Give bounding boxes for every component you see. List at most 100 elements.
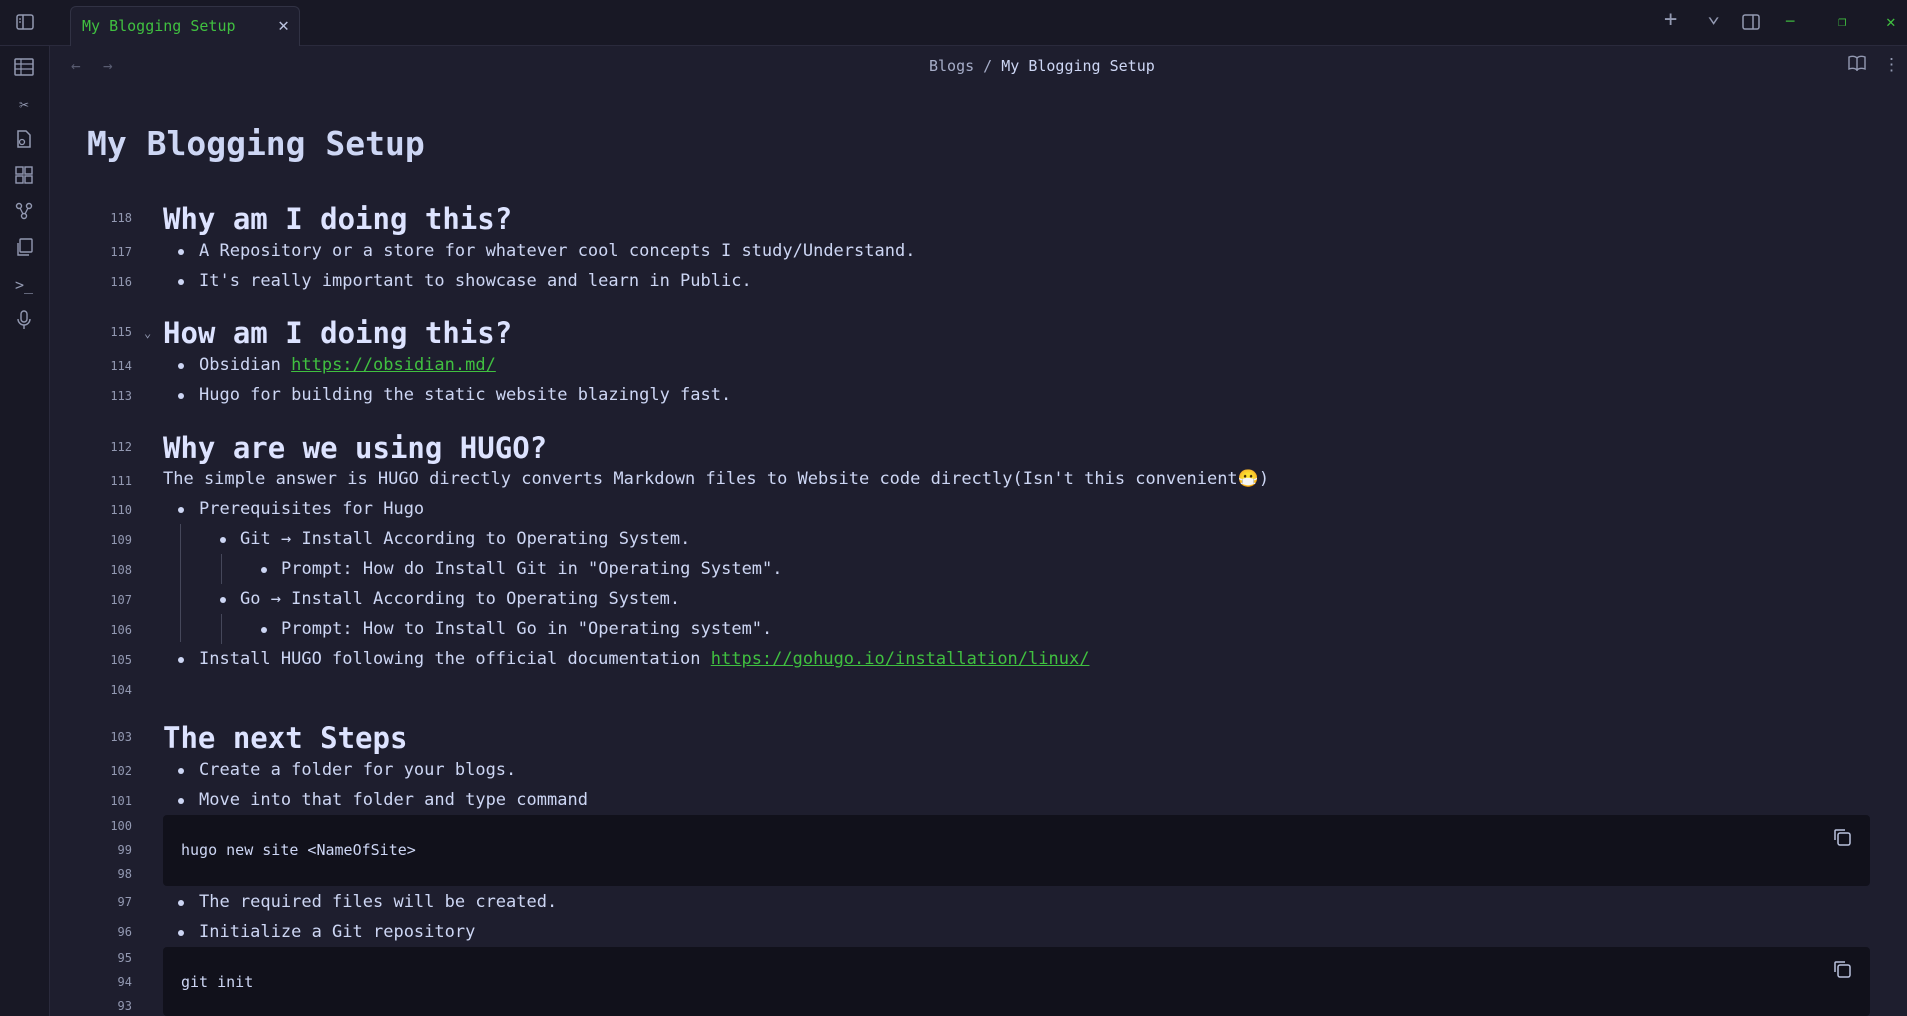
line-number: 108 [110,563,132,577]
table-icon[interactable] [13,58,35,80]
line-number: 116 [110,275,132,289]
code-block: hugo new site <NameOfSite> [163,815,1870,886]
minimize-icon[interactable]: ─ [1786,14,1794,30]
line-number: 107 [110,593,132,607]
ribbon: ✂ >_ [0,46,50,1016]
line-number: 117 [110,245,132,259]
view-header: ← → Blogs / My Blogging Setup ⋮ [51,46,1907,88]
fold-chevron-icon[interactable]: ⌄ [144,326,151,340]
breadcrumb: Blogs / My Blogging Setup [929,57,1155,75]
tab-my-blogging-setup[interactable]: My Blogging Setup ✕ [70,6,300,46]
code-block: git init [163,947,1870,1016]
list-item: Prerequisites for Hugo [199,499,425,519]
restore-icon[interactable]: ❐ [1838,14,1846,30]
tab-close-icon[interactable]: ✕ [278,15,289,36]
code-text: git init [181,973,254,991]
bullet-dot [261,627,267,633]
line-number: 105 [110,653,132,667]
line-number: 106 [110,623,132,637]
indent-guide [221,614,222,644]
list-item: It's really important to showcase and le… [199,271,752,291]
line-number: 110 [110,503,132,517]
heading-next-steps: The next Steps [163,721,408,755]
bullet-dot [178,507,184,513]
bullet-dot [178,657,184,663]
tab-title: My Blogging Setup [82,17,236,35]
line-number: 118 [110,211,132,225]
tab-list-chevron-icon[interactable]: ⌄ [1707,5,1720,27]
bullet-dot [178,930,184,936]
line-number: 113 [110,389,132,403]
bullet-dot [220,537,226,543]
code-text: hugo new site <NameOfSite> [181,841,416,859]
bullet-dot [220,597,226,603]
paragraph: The simple answer is HUGO directly conve… [163,469,1270,489]
line-number: 111 [110,474,132,488]
line-number: 102 [110,764,132,778]
copy-code-icon[interactable] [1832,827,1854,849]
list-item-text: Install HUGO following the official docu… [199,649,711,669]
copy-files-icon[interactable] [13,238,35,260]
title-bar: My Blogging Setup ✕ + ⌄ ─ ❐ ✕ [0,0,1907,46]
list-item: Obsidian https://obsidian.md/ [199,355,496,375]
line-number: 109 [110,533,132,547]
line-number: 101 [110,794,132,808]
line-number: 104 [110,683,132,697]
bullet-dot [178,393,184,399]
line-number: 100 [110,819,132,833]
line-number: 99 [117,843,132,857]
list-item-text: Obsidian [199,355,292,375]
heading-how-doing-this: How am I doing this? [163,316,513,350]
line-number: 98 [117,867,132,881]
line-number: 95 [117,951,132,965]
list-item: Install HUGO following the official docu… [199,649,1089,669]
line-number: 112 [110,440,132,454]
reading-view-book-icon[interactable] [1848,55,1866,76]
microphone-icon[interactable] [13,310,35,332]
sidebar-toggle-icon[interactable] [16,14,34,33]
bullet-dot [178,768,184,774]
hugo-install-link[interactable]: https://gohugo.io/installation/linux/ [711,649,1090,669]
line-number: 115 [110,325,132,339]
bullet-dot [261,567,267,573]
page-title: My Blogging Setup [87,124,425,163]
indent-guide [180,524,181,642]
line-number: 93 [117,999,132,1013]
list-item: Go → Install According to Operating Syst… [240,589,681,609]
list-item: Move into that folder and type command [199,790,588,810]
bullet-dot [178,279,184,285]
list-item: A Repository or a store for whatever coo… [199,241,916,261]
wand-icon[interactable]: ✂ [13,94,35,116]
terminal-icon[interactable]: >_ [13,274,35,296]
line-number: 114 [110,359,132,373]
back-arrow-icon[interactable]: ← [71,56,81,75]
copy-code-icon[interactable] [1832,959,1854,981]
close-window-icon[interactable]: ✕ [1886,14,1896,30]
forward-arrow-icon[interactable]: → [103,56,113,75]
bullet-dot [178,249,184,255]
file-search-icon[interactable] [13,130,35,152]
list-item: Initialize a Git repository [199,922,476,942]
new-tab-icon[interactable]: + [1664,9,1677,31]
dashboard-icon[interactable] [13,166,35,188]
line-number: 94 [117,975,132,989]
indent-guide [221,554,222,584]
line-number: 97 [117,895,132,909]
list-item: Hugo for building the static website bla… [199,385,732,405]
heading-why-hugo: Why are we using HUGO? [163,431,548,465]
breadcrumb-current[interactable]: My Blogging Setup [1001,57,1155,75]
bullet-dot [178,363,184,369]
breadcrumb-parent[interactable]: Blogs [929,57,974,75]
graph-icon[interactable] [13,202,35,224]
more-options-icon[interactable]: ⋮ [1883,55,1900,75]
bullet-dot [178,900,184,906]
heading-why-doing-this: Why am I doing this? [163,202,513,236]
list-item: Git → Install According to Operating Sys… [240,529,691,549]
bullet-dot [178,798,184,804]
list-item: The required files will be created. [199,892,558,912]
list-item: Prompt: How to Install Go in "Operating … [281,619,773,639]
right-sidebar-toggle-icon[interactable] [1742,14,1760,33]
obsidian-link[interactable]: https://obsidian.md/ [291,355,496,375]
list-item: Prompt: How do Install Git in "Operating… [281,559,783,579]
line-number: 103 [110,730,132,744]
